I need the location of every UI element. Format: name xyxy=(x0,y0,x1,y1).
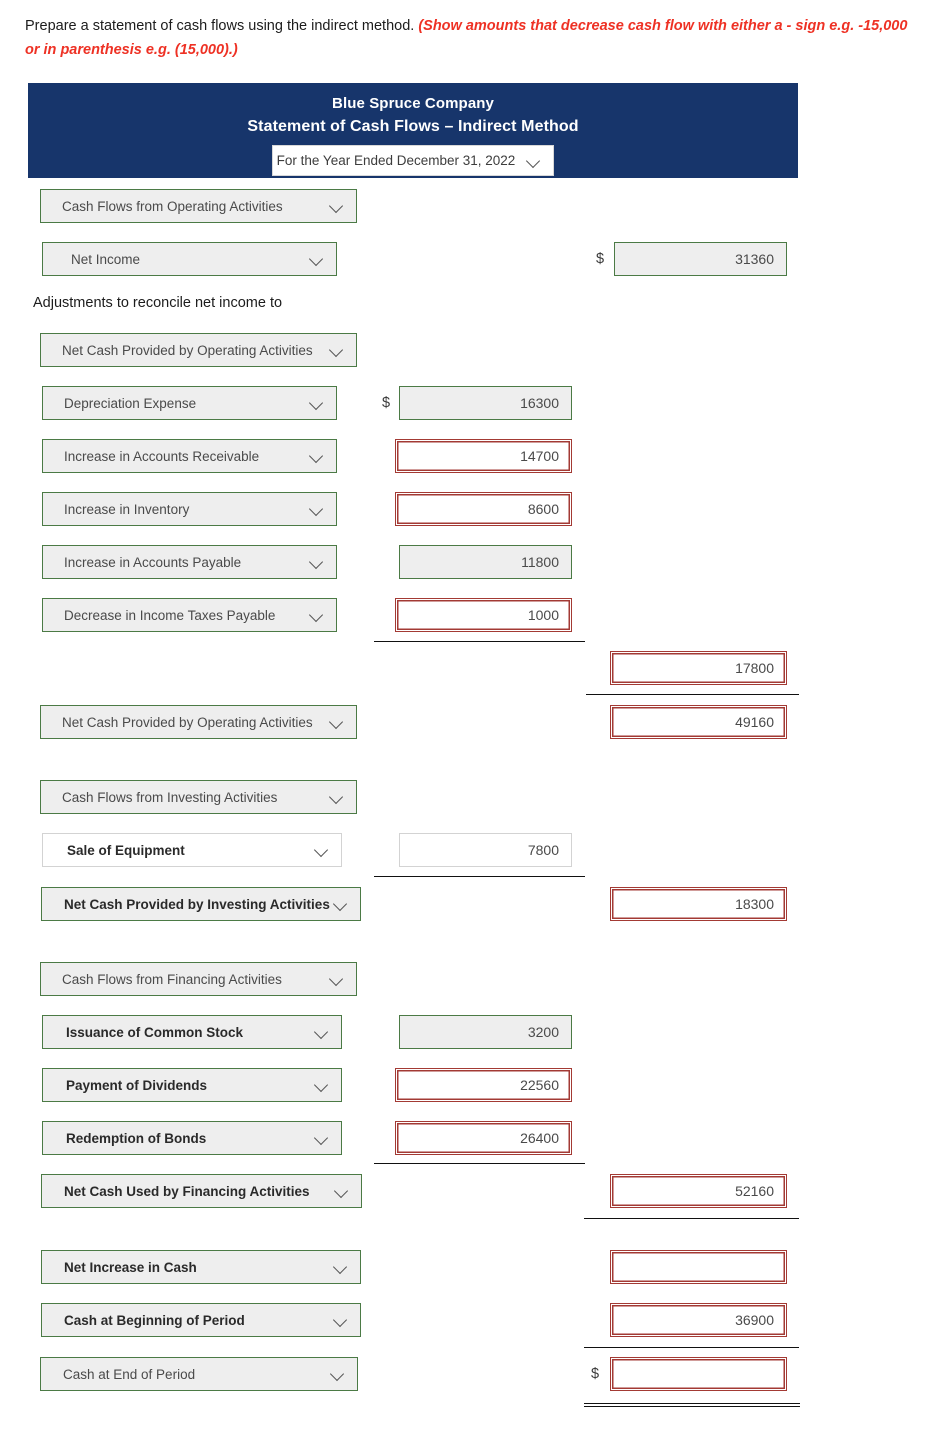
adjustments-note: Adjustments to reconcile net income to xyxy=(33,295,283,311)
subtotal-rule-operating xyxy=(586,694,799,695)
amount-input-decrease-income-taxes-payable[interactable]: 1000 xyxy=(395,598,572,632)
account-select-cash-beginning-of-period[interactable]: Cash at Beginning of Period xyxy=(41,1303,361,1337)
amount-input-net-cash-investing[interactable]: 18300 xyxy=(610,887,787,921)
dollar-sign: $ xyxy=(596,251,605,267)
account-select-issuance-common-stock[interactable]: Issuance of Common Stock xyxy=(42,1015,342,1049)
chevron-down-icon xyxy=(331,1367,346,1382)
chevron-down-icon xyxy=(310,252,325,267)
subtotal-rule-financing xyxy=(374,1163,585,1164)
chevron-down-icon xyxy=(335,1184,350,1199)
amount-input-increase-accounts-receivable[interactable]: 14700 xyxy=(395,439,572,473)
chevron-down-icon xyxy=(310,608,325,623)
account-select-label: Payment of Dividends xyxy=(66,1077,208,1093)
chevron-down-icon xyxy=(330,199,345,214)
account-select-label: Depreciation Expense xyxy=(64,395,197,411)
amount-input-net-cash-financing[interactable]: 52160 xyxy=(610,1174,787,1208)
account-select-increase-accounts-payable[interactable]: Increase in Accounts Payable xyxy=(42,545,337,579)
account-select-label: Redemption of Bonds xyxy=(66,1130,207,1146)
chevron-down-icon xyxy=(334,1260,349,1275)
chevron-down-icon xyxy=(527,154,542,169)
chevron-down-icon xyxy=(310,396,325,411)
account-select-label: Net Cash Provided by Operating Activitie… xyxy=(62,342,313,358)
chevron-down-icon xyxy=(330,343,345,358)
statement-title: Statement of Cash Flows – Indirect Metho… xyxy=(247,118,579,135)
account-select-label: Net Cash Used by Financing Activities xyxy=(64,1183,310,1199)
account-select-label: Cash at Beginning of Period xyxy=(64,1312,245,1328)
chevron-down-icon xyxy=(315,1025,330,1040)
dollar-sign: $ xyxy=(382,395,391,411)
dollar-sign: $ xyxy=(591,1366,600,1382)
period-select-value: For the Year Ended December 31, 2022 xyxy=(276,153,516,168)
account-select-label: Net Cash Provided by Investing Activitie… xyxy=(64,896,330,912)
amount-input-payment-of-dividends[interactable]: 22560 xyxy=(395,1068,572,1102)
subtotal-rule-adjustments xyxy=(374,641,585,642)
amount-input-redemption-of-bonds[interactable]: 26400 xyxy=(395,1121,572,1155)
chevron-down-icon xyxy=(310,502,325,517)
account-select-label: Cash Flows from Operating Activities xyxy=(62,198,283,214)
account-select-net-income[interactable]: Net Income xyxy=(42,242,337,276)
account-select-label: Net Increase in Cash xyxy=(64,1259,197,1275)
statement-header: Blue Spruce Company Statement of Cash Fl… xyxy=(28,83,798,178)
amount-input-depreciation-expense[interactable]: 16300 xyxy=(399,386,572,420)
account-select-cash-flows-investing[interactable]: Cash Flows from Investing Activities xyxy=(40,780,357,814)
chevron-down-icon xyxy=(315,1131,330,1146)
amount-input-increase-accounts-payable[interactable]: 11800 xyxy=(399,545,572,579)
instruction-main: Prepare a statement of cash flows using … xyxy=(25,18,415,34)
subtotal-rule-net-increase xyxy=(584,1218,799,1219)
company-name: Blue Spruce Company xyxy=(332,95,494,112)
chevron-down-icon xyxy=(330,715,345,730)
amount-input-cash-beginning-of-period[interactable]: 36900 xyxy=(610,1303,787,1337)
account-select-cash-end-of-period[interactable]: Cash at End of Period xyxy=(40,1357,358,1391)
account-select-label: Cash at End of Period xyxy=(63,1366,196,1382)
chevron-down-icon xyxy=(310,555,325,570)
account-select-label: Issuance of Common Stock xyxy=(66,1024,244,1040)
account-select-cash-flows-financing[interactable]: Cash Flows from Financing Activities xyxy=(40,962,357,996)
account-select-label: Increase in Accounts Payable xyxy=(64,554,242,570)
account-select-sale-of-equipment[interactable]: Sale of Equipment xyxy=(42,833,342,867)
amount-input-issuance-common-stock[interactable]: 3200 xyxy=(399,1015,572,1049)
account-select-label: Cash Flows from Investing Activities xyxy=(62,789,278,805)
account-select-increase-accounts-receivable[interactable]: Increase in Accounts Receivable xyxy=(42,439,337,473)
account-select-redemption-of-bonds[interactable]: Redemption of Bonds xyxy=(42,1121,342,1155)
amount-input-adjustments-subtotal[interactable]: 17800 xyxy=(610,651,787,685)
account-select-net-cash-operating-total[interactable]: Net Cash Provided by Operating Activitie… xyxy=(40,705,357,739)
chevron-down-icon xyxy=(310,449,325,464)
account-select-label: Sale of Equipment xyxy=(67,842,185,858)
account-select-label: Increase in Accounts Receivable xyxy=(64,448,260,464)
amount-input-net-cash-operating-total[interactable]: 49160 xyxy=(610,705,787,739)
chevron-down-icon xyxy=(315,1078,330,1093)
account-select-net-cash-financing[interactable]: Net Cash Used by Financing Activities xyxy=(41,1174,362,1208)
amount-input-cash-end-of-period[interactable] xyxy=(610,1357,787,1391)
amount-input-increase-inventory[interactable]: 8600 xyxy=(395,492,572,526)
account-select-payment-of-dividends[interactable]: Payment of Dividends xyxy=(42,1068,342,1102)
subtotal-rule-investing xyxy=(374,876,585,877)
account-select-depreciation-expense[interactable]: Depreciation Expense xyxy=(42,386,337,420)
chevron-down-icon xyxy=(334,1313,349,1328)
amount-input-sale-of-equipment[interactable]: 7800 xyxy=(399,833,572,867)
account-select-net-increase-in-cash[interactable]: Net Increase in Cash xyxy=(41,1250,361,1284)
account-select-decrease-income-taxes-payable[interactable]: Decrease in Income Taxes Payable xyxy=(42,598,337,632)
account-select-label: Cash Flows from Financing Activities xyxy=(62,971,282,987)
account-select-label: Increase in Inventory xyxy=(64,501,190,517)
account-select-increase-inventory[interactable]: Increase in Inventory xyxy=(42,492,337,526)
account-select-net-cash-investing[interactable]: Net Cash Provided by Investing Activitie… xyxy=(41,887,361,921)
chevron-down-icon xyxy=(315,843,330,858)
instruction-text: Prepare a statement of cash flows using … xyxy=(25,14,917,62)
period-select[interactable]: For the Year Ended December 31, 2022 xyxy=(272,145,554,176)
account-select-cash-flows-operating[interactable]: Cash Flows from Operating Activities xyxy=(40,189,357,223)
account-select-net-cash-operating-header[interactable]: Net Cash Provided by Operating Activitie… xyxy=(40,333,357,367)
account-select-label: Net Cash Provided by Operating Activitie… xyxy=(62,714,313,730)
chevron-down-icon xyxy=(330,972,345,987)
chevron-down-icon xyxy=(334,897,349,912)
grand-total-double-rule xyxy=(584,1403,800,1407)
amount-input-net-income[interactable]: 31360 xyxy=(614,242,787,276)
amount-input-net-increase-in-cash[interactable] xyxy=(610,1250,787,1284)
account-select-label: Net Income xyxy=(71,251,141,267)
subtotal-rule-cash-end xyxy=(584,1347,799,1348)
account-select-label: Decrease in Income Taxes Payable xyxy=(64,607,276,623)
chevron-down-icon xyxy=(330,790,345,805)
